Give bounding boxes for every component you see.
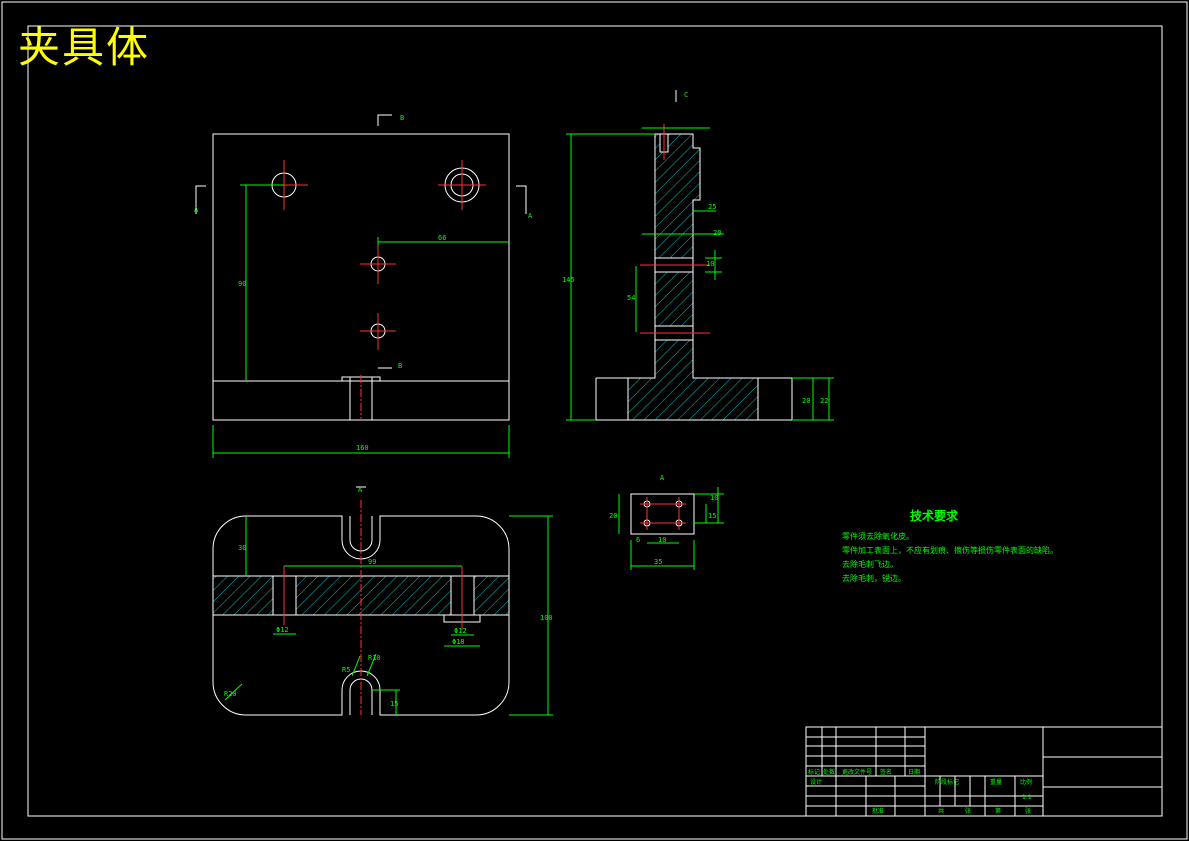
tb-change-doc: 更改文件号 xyxy=(842,768,872,776)
dim-side-slot: 54 xyxy=(627,294,635,302)
tech-requirement-item: 去除毛刺，锐边。 xyxy=(842,574,906,583)
top-view xyxy=(212,486,553,716)
tb-scale-value: 1:1 xyxy=(1022,794,1032,801)
dim-side-height: 145 xyxy=(562,276,575,284)
tech-requirement-item: 去除毛刺飞边。 xyxy=(842,560,898,569)
section-label-b-bottom: B xyxy=(398,362,402,370)
section-label-detail: A xyxy=(660,474,665,482)
dim-top-depth: 100 xyxy=(540,614,553,622)
tb-sign: 签名 xyxy=(880,768,892,776)
dim-side-base2: 22 xyxy=(820,397,828,405)
dim-corner: R20 xyxy=(224,690,237,698)
drawing-title: 夹具体 xyxy=(18,23,151,72)
dim-detail-c: 10 xyxy=(710,494,718,502)
dim-side-t2: 20 xyxy=(713,229,721,237)
dim-side-t3: 10 xyxy=(706,260,714,268)
dim-detail-b: 15 xyxy=(708,512,716,520)
section-label-b-top: B xyxy=(400,114,404,122)
dim-front-height: 90 xyxy=(238,280,246,288)
section-label-c: C xyxy=(684,91,688,99)
tb-date: 日期 xyxy=(908,768,920,776)
tb-sheet-unit2: 张 xyxy=(1025,807,1031,815)
dim-front-width: 160 xyxy=(356,444,369,452)
dim-radius-small: R5 xyxy=(342,666,350,674)
tb-design: 设计 xyxy=(810,778,822,786)
tb-sheet-total: 共 xyxy=(938,807,944,815)
tb-mark: 标记 xyxy=(808,768,820,776)
tb-stage: 阶段标记 xyxy=(935,778,959,786)
side-section-view xyxy=(566,90,834,421)
dim-detail-d: 6 xyxy=(636,536,640,544)
tb-scale: 比例 xyxy=(1020,778,1032,786)
dim-top-len: 99 xyxy=(368,558,376,566)
section-label-a-right: A xyxy=(528,212,533,220)
tb-count: 处数 xyxy=(823,768,835,776)
detail-view xyxy=(618,487,724,570)
tech-requirements-list: 零件须去除氧化皮。 零件加工表面上，不应有划痕、擦伤等损伤零件表面的缺陷。 去除… xyxy=(842,530,1058,586)
dim-detail-h: 20 xyxy=(609,512,617,520)
inner-frame xyxy=(27,25,1163,817)
section-label-a-left: A xyxy=(194,206,199,214)
tb-approve: 批准 xyxy=(872,807,884,815)
tech-requirement-item: 零件须去除氧化皮。 xyxy=(842,532,914,541)
dim-radius: R10 xyxy=(368,654,381,662)
dim-bore1: Φ12 xyxy=(276,626,289,634)
tech-requirements-heading: 技术要求 xyxy=(910,509,959,523)
dim-side-base1: 20 xyxy=(802,397,810,405)
tb-weight: 重量 xyxy=(990,778,1002,786)
dim-side-t1: 25 xyxy=(708,203,716,211)
dim-top-h: 30 xyxy=(238,544,246,552)
dim-hole-offset: 66 xyxy=(438,234,446,242)
drawing-canvas: 160 90 66 A A B B 145 25 20 10 54 20 22 … xyxy=(1,1,1188,840)
dim-detail-w: 35 xyxy=(654,558,662,566)
dim-detail-a: 10 xyxy=(658,536,666,544)
dim-slot-w: 15 xyxy=(390,700,398,708)
dim-bore3: Φ18 xyxy=(452,638,465,646)
tb-sheet-no: 第 xyxy=(995,807,1001,815)
tb-sheet-unit: 张 xyxy=(965,807,971,815)
dim-bore2: Φ12 xyxy=(454,627,467,635)
tech-requirement-item: 零件加工表面上，不应有划痕、擦伤等损伤零件表面的缺陷。 xyxy=(842,546,1058,555)
